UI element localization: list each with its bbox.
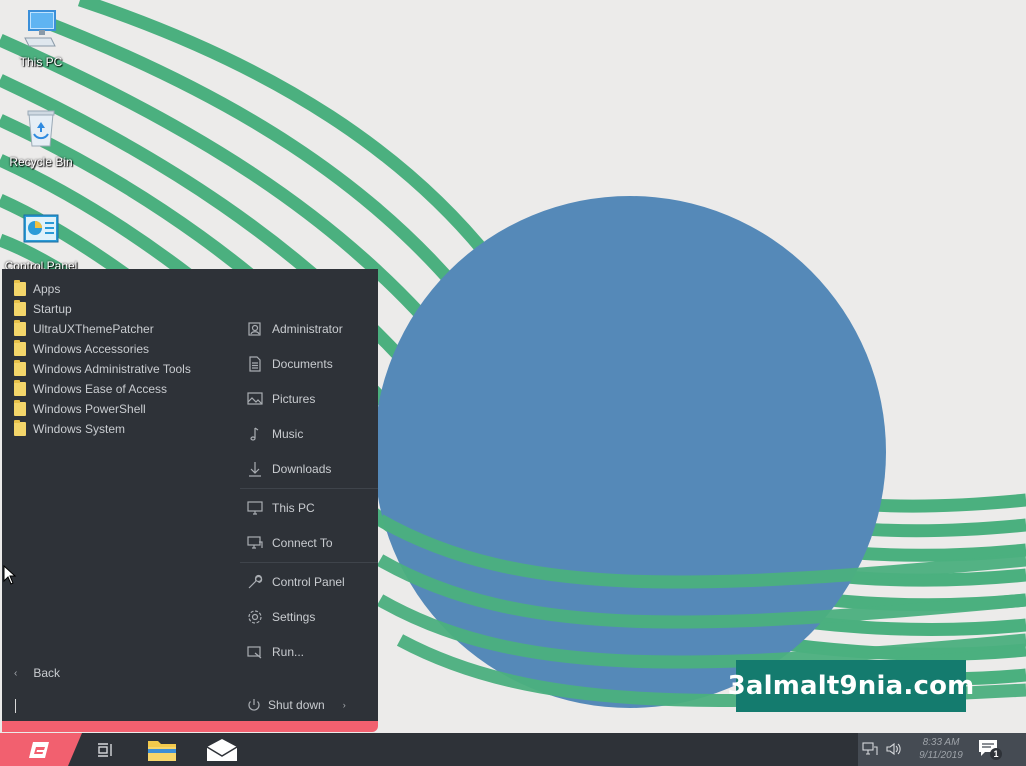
- folder-label: UltraUXThemePatcher: [33, 322, 154, 336]
- folder-item-windows-administrative-tools[interactable]: Windows Administrative Tools: [14, 359, 191, 379]
- run-icon: [247, 646, 262, 659]
- place-label: This PC: [272, 501, 315, 515]
- power-icon: [248, 699, 260, 711]
- desktop-icon-label: Recycle Bin: [9, 155, 73, 169]
- chevron-left-icon: ‹: [14, 667, 18, 679]
- place-administrator[interactable]: Administrator: [240, 316, 378, 342]
- place-label: Settings: [272, 610, 316, 624]
- place-settings[interactable]: Settings: [240, 604, 378, 630]
- folder-label: Apps: [33, 282, 61, 296]
- start-button[interactable]: [0, 733, 82, 766]
- place-label: Pictures: [272, 392, 316, 406]
- wrench-icon: [248, 574, 263, 589]
- mouse-pointer-icon: [3, 565, 17, 585]
- mail-icon: [206, 738, 238, 761]
- download-icon: [249, 462, 261, 477]
- folder-icon: [148, 740, 176, 761]
- place-control-panel[interactable]: Control Panel: [240, 569, 378, 595]
- menu-separator: [240, 488, 378, 489]
- place-label: Connect To: [272, 536, 333, 550]
- clock[interactable]: 8:33 AM 9/11/2019: [906, 736, 976, 762]
- folder-item-windows-powershell[interactable]: Windows PowerShell: [14, 399, 191, 419]
- menu-separator: [240, 562, 378, 563]
- place-label: Administrator: [272, 322, 343, 336]
- clock-date: 9/11/2019: [919, 750, 963, 761]
- desktop-icon-recycle-bin[interactable]: Recycle Bin: [2, 108, 80, 169]
- shutdown-label: Shut down: [268, 698, 325, 712]
- place-this-pc[interactable]: This PC: [240, 495, 378, 521]
- desktop-icon-label: This PC: [19, 55, 63, 69]
- folder-item-apps[interactable]: Apps: [14, 279, 191, 299]
- computer-icon: [24, 10, 56, 47]
- folder-icon: [14, 380, 26, 396]
- folder-label: Windows Ease of Access: [33, 382, 168, 396]
- place-label: Run...: [272, 645, 305, 659]
- folder-item-windows-ease-of-access[interactable]: Windows Ease of Access: [14, 379, 191, 399]
- place-label: Documents: [272, 357, 333, 371]
- folder-icon: [14, 400, 26, 416]
- volume-icon[interactable]: [885, 742, 903, 756]
- mail-button[interactable]: [202, 733, 242, 766]
- start-menu: Apps Startup UltraUXThemePatcher Windows…: [2, 269, 378, 721]
- place-label: Downloads: [272, 462, 332, 476]
- folder-item-startup[interactable]: Startup: [14, 299, 191, 319]
- place-pictures[interactable]: Pictures: [240, 386, 378, 412]
- task-view-icon: [98, 742, 112, 757]
- place-run[interactable]: Run...: [240, 639, 378, 665]
- program-folder-list: Apps Startup UltraUXThemePatcher Windows…: [14, 279, 191, 439]
- taskbar: 8:33 AM 9/11/2019 1: [0, 733, 1026, 766]
- folder-icon: [14, 300, 26, 316]
- picture-icon: [247, 392, 263, 405]
- shutdown-button[interactable]: Shut down ›: [246, 695, 346, 715]
- music-note-icon: [250, 427, 259, 441]
- folder-label: Windows System: [33, 422, 126, 436]
- place-music[interactable]: Music: [240, 421, 378, 447]
- search-input[interactable]: [15, 699, 16, 713]
- folder-icon: [14, 420, 26, 436]
- network-icon: [247, 536, 263, 549]
- place-downloads[interactable]: Downloads: [240, 456, 378, 482]
- network-icon[interactable]: [862, 742, 878, 756]
- place-label: Music: [272, 427, 304, 441]
- folder-label: Windows Accessories: [33, 342, 150, 356]
- place-connect-to[interactable]: Connect To: [240, 530, 378, 556]
- folder-icon: [14, 360, 26, 376]
- place-documents[interactable]: Documents: [240, 351, 378, 377]
- folder-icon: [14, 280, 26, 296]
- document-icon: [249, 356, 261, 372]
- notification-center-button[interactable]: 1: [978, 739, 1004, 761]
- folder-item-windows-system[interactable]: Windows System: [14, 419, 191, 439]
- folder-label: Windows PowerShell: [33, 402, 146, 416]
- user-icon: [248, 322, 261, 336]
- folder-icon: [14, 320, 26, 336]
- file-explorer-button[interactable]: [142, 733, 182, 766]
- monitor-icon: [247, 501, 263, 515]
- folder-icon: [14, 340, 26, 356]
- watermark: 3almalt9nia.com: [728, 660, 974, 712]
- folder-label: Startup: [33, 302, 72, 316]
- folder-item-ultrauxthemepatcher[interactable]: UltraUXThemePatcher: [14, 319, 191, 339]
- desktop-icon-this-pc[interactable]: This PC: [2, 8, 80, 69]
- back-label: Back: [33, 666, 61, 680]
- desktop-icon-control-panel[interactable]: Control Panel: [2, 212, 80, 273]
- clock-time: 8:33 AM: [922, 737, 960, 748]
- notification-count-badge: 1: [990, 748, 1002, 760]
- recycle-bin-icon: [27, 110, 55, 147]
- back-button[interactable]: ‹ Back: [14, 665, 60, 681]
- chevron-right-icon[interactable]: ›: [343, 700, 346, 710]
- place-label: Control Panel: [272, 575, 345, 589]
- system-tray: 8:33 AM 9/11/2019 1: [858, 733, 1026, 766]
- start-menu-accent-bar: [2, 721, 378, 732]
- control-panel-icon: [23, 214, 59, 243]
- task-view-button[interactable]: [86, 733, 126, 766]
- folder-label: Windows Administrative Tools: [33, 362, 191, 376]
- watermark-text: 3almalt9nia.com: [727, 671, 975, 701]
- gear-icon: [248, 610, 262, 624]
- folder-item-windows-accessories[interactable]: Windows Accessories: [14, 339, 191, 359]
- start-logo-icon: [29, 741, 49, 758]
